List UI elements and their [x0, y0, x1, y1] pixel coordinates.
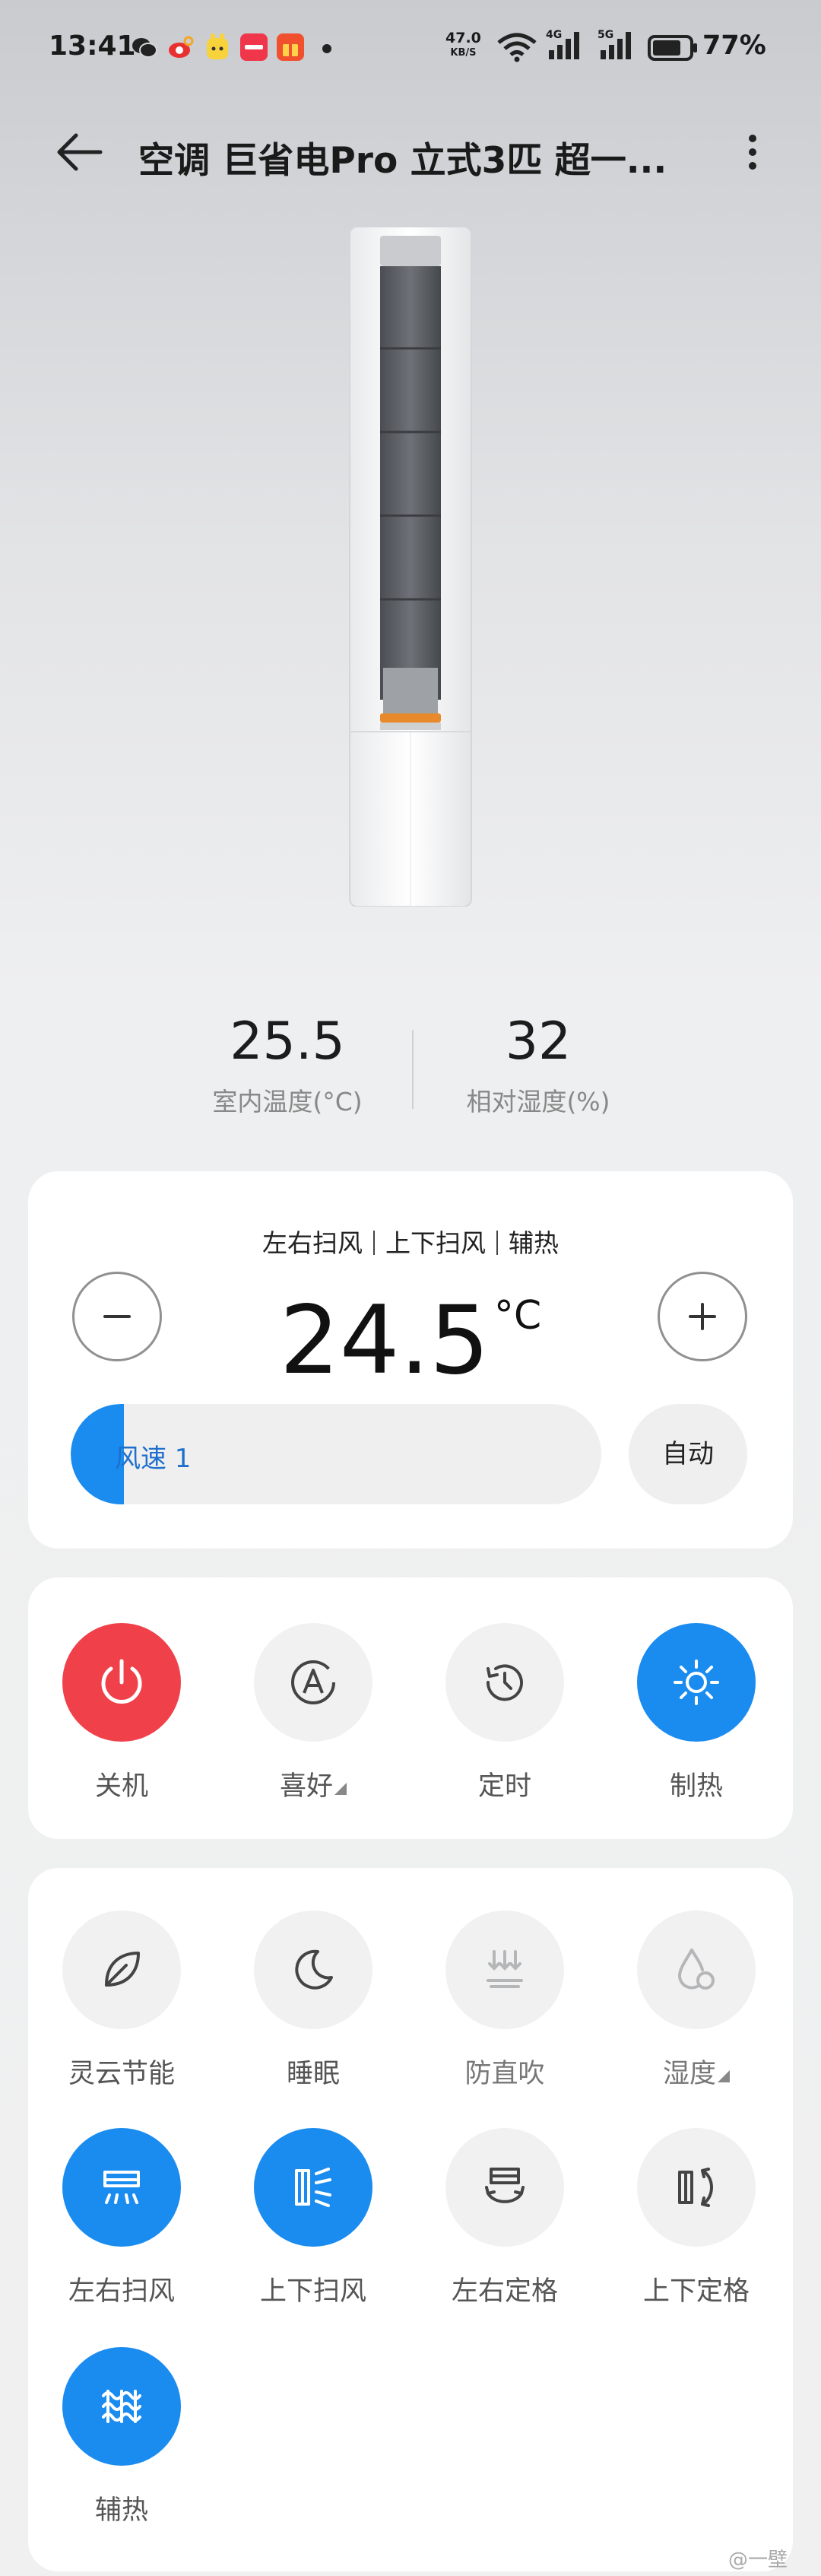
leaf-icon: [105, 1952, 140, 1987]
weibo-icon: [167, 33, 195, 61]
dropdown-triangle-icon: [334, 1783, 347, 1795]
app-gift-icon: [277, 33, 304, 61]
timer-icon: [486, 1664, 523, 1701]
sleep-button[interactable]: 睡眠: [237, 1911, 389, 2091]
extra-functions-card: 灵云节能 睡眠 防直吹 湿度 左右扫风 上下扫风 左右定格 上下定格 辅热: [28, 1868, 793, 2571]
wechat-icon: [131, 33, 158, 61]
power-label: 关机: [94, 1771, 148, 1802]
mode-tag: 上下扫风: [385, 1228, 486, 1258]
nav-bar: 空调 巨省电Pro 立式3匹 超一...: [0, 114, 821, 190]
increase-temp-button[interactable]: [658, 1272, 747, 1361]
fan-auto-button[interactable]: 自动: [629, 1404, 747, 1504]
notification-dot-icon: [322, 44, 331, 53]
arrow-left-icon: [57, 133, 103, 171]
anti-direct-wind-button[interactable]: 防直吹: [429, 1911, 581, 2091]
battery-percent: 77%: [702, 30, 766, 61]
air-conditioner-image: [347, 226, 474, 907]
heat-mode-label: 制热: [669, 1771, 723, 1802]
indoor-temp-value: 25.5: [230, 1012, 345, 1072]
timer-button[interactable]: 定时: [429, 1623, 581, 1803]
vertical-fix-label: 上下定格: [642, 2276, 750, 2307]
humidity-label: 相对湿度(%): [466, 1087, 610, 1116]
readings-divider: [412, 1030, 414, 1109]
preference-button[interactable]: 喜好: [237, 1623, 389, 1803]
eco-label: 灵云节能: [68, 2059, 175, 2089]
humidity-mode-button[interactable]: 湿度: [620, 1911, 772, 2091]
horizontal-fix-label: 左右定格: [451, 2276, 558, 2307]
more-vertical-icon: [749, 135, 756, 170]
plus-icon: [689, 1303, 716, 1330]
vertical-swing-label: 上下扫风: [259, 2276, 366, 2307]
watermark: @一壁: [728, 2549, 788, 2571]
eco-button[interactable]: 灵云节能: [46, 1911, 198, 2091]
horizontal-swing-button[interactable]: 左右扫风: [46, 2128, 198, 2308]
anti-direct-wind-label: 防直吹: [464, 2059, 545, 2089]
fan-speed-label: 风速 1: [115, 1444, 192, 1474]
horizontal-fix-icon: [485, 2168, 525, 2203]
status-time: 13:41: [49, 30, 136, 62]
aux-heat-button[interactable]: 辅热: [46, 2347, 198, 2527]
vertical-swing-icon: [295, 2168, 331, 2207]
sleep-label: 睡眠: [286, 2059, 340, 2089]
mode-tag: 左右扫风: [262, 1228, 363, 1258]
battery-icon: [648, 35, 698, 64]
dropdown-triangle-icon: [718, 2070, 730, 2082]
moon-icon: [295, 1949, 333, 1990]
readings-panel: 25.5 室内温度(°C) 32 相对湿度(%): [0, 1012, 821, 1133]
status-bar: 13:41 47.0 KB/S 4G 5G 77%: [0, 0, 821, 99]
active-mode-tags: 左右扫风 上下扫风 辅热: [28, 1223, 793, 1259]
humidity-reading: 32 相对湿度(%): [424, 1012, 652, 1118]
aux-heat-label: 辅热: [94, 2495, 148, 2526]
fan-speed-slider[interactable]: 风速 1: [71, 1404, 601, 1504]
indoor-temp-label: 室内温度(°C): [212, 1087, 363, 1116]
power-icon: [101, 1659, 142, 1704]
indoor-temp-reading: 25.5 室内温度(°C): [173, 1012, 401, 1118]
sun-icon: [674, 1660, 719, 1705]
wifi-icon: [496, 32, 538, 65]
preference-label: 喜好: [237, 1764, 389, 1803]
timer-label: 定时: [477, 1771, 531, 1802]
xiaohongshu-icon: [240, 33, 268, 61]
target-temp-value: 24.5: [279, 1286, 490, 1396]
humidity-mode-label: 湿度: [620, 2052, 772, 2091]
network-speed: 47.0 KB/S: [445, 30, 481, 59]
main-functions-card: 关机 喜好 定时 制热: [28, 1577, 793, 1839]
more-button[interactable]: [734, 131, 771, 173]
preference-icon: [291, 1660, 335, 1704]
back-button[interactable]: [53, 131, 106, 173]
temp-unit: °C: [493, 1293, 542, 1339]
horizontal-fix-button[interactable]: 左右定格: [429, 2128, 581, 2308]
aux-heat-icon: [102, 2390, 141, 2423]
anti-direct-wind-icon: [487, 1950, 523, 1988]
page-title: 空调 巨省电Pro 立式3匹 超一...: [138, 140, 667, 182]
temperature-control-card: 左右扫风 上下扫风 辅热 24.5 °C 风速 1 自动: [28, 1171, 793, 1548]
app-rabbit-icon: [204, 33, 231, 61]
horizontal-swing-icon: [103, 2171, 140, 2204]
horizontal-swing-label: 左右扫风: [68, 2276, 175, 2307]
heat-mode-button[interactable]: 制热: [620, 1623, 772, 1803]
humidity-icon: [677, 1949, 715, 1990]
humidity-value: 32: [505, 1012, 572, 1072]
vertical-fix-button[interactable]: 上下定格: [620, 2128, 772, 2308]
vertical-fix-icon: [678, 2168, 714, 2207]
vertical-swing-button[interactable]: 上下扫风: [237, 2128, 389, 2308]
power-button[interactable]: 关机: [46, 1623, 198, 1803]
mode-tag: 辅热: [509, 1228, 559, 1258]
